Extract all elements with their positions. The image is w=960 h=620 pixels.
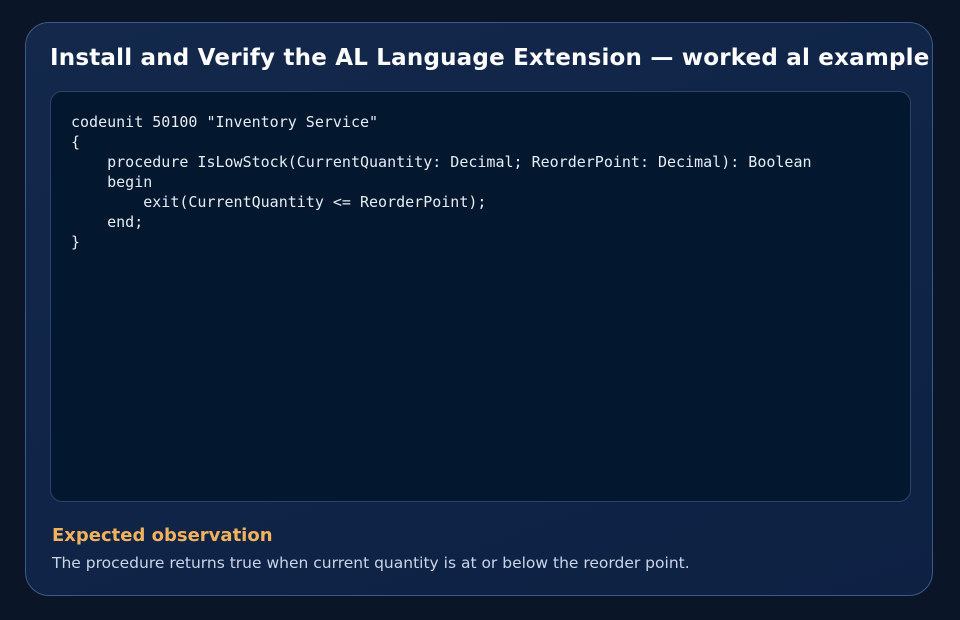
example-card: Install and Verify the AL Language Exten… bbox=[25, 22, 933, 596]
code-line: begin bbox=[71, 173, 153, 191]
page-title: Install and Verify the AL Language Exten… bbox=[50, 45, 930, 71]
observation-text: The procedure returns true when current … bbox=[52, 554, 690, 572]
observation-heading: Expected observation bbox=[52, 525, 273, 546]
code-content: codeunit 50100 "Inventory Service" { pro… bbox=[71, 112, 890, 252]
code-line: exit(CurrentQuantity <= ReorderPoint); bbox=[71, 193, 487, 211]
code-block: codeunit 50100 "Inventory Service" { pro… bbox=[50, 91, 911, 502]
code-line: end; bbox=[71, 213, 144, 231]
code-line: } bbox=[71, 233, 81, 251]
code-line: procedure IsLowStock(CurrentQuantity: De… bbox=[71, 153, 812, 171]
code-line: codeunit 50100 "Inventory Service" bbox=[71, 113, 379, 131]
code-line: { bbox=[71, 133, 81, 151]
